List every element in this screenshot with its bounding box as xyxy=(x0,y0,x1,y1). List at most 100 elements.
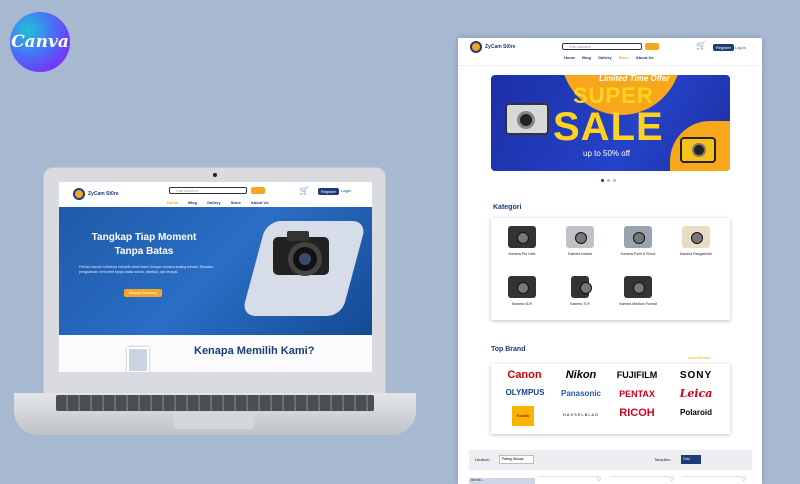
store-logo[interactable]: ZyCam St0re xyxy=(470,41,516,53)
store-search-input[interactable]: Cari kamera xyxy=(562,43,642,50)
view-label: Tampilan : xyxy=(654,457,673,462)
brand-fujifilm[interactable]: FUJIFILM xyxy=(608,370,666,380)
laptop-site-logo[interactable]: ZyCam St0re xyxy=(73,188,119,200)
laptop-nav-blog[interactable]: Blog xyxy=(188,200,197,205)
carousel-dots xyxy=(601,179,616,182)
sort-select[interactable]: Paling Sesuai xyxy=(499,455,534,464)
laptop-screen: ZyCam St0re Cari kamera 🛒 Register Login… xyxy=(59,182,372,372)
view-toggle-grid[interactable]: Grid xyxy=(681,455,701,464)
store-register-button[interactable]: Register xyxy=(713,44,734,51)
hero-shop-button[interactable]: Belanja Sekarang xyxy=(124,289,162,297)
laptop-trackpad xyxy=(174,413,254,429)
laptop-nav-gallery[interactable]: Gallery xyxy=(207,200,221,205)
camera-icon xyxy=(508,276,536,298)
store-nav-about[interactable]: About Us xyxy=(636,55,654,60)
store-header: ZyCam St0re Cari kamera 🛒 Register Log i… xyxy=(458,38,762,66)
kategori-label: Kamera SLR xyxy=(511,302,533,306)
store-nav-blog[interactable]: Blog xyxy=(582,55,591,60)
filter-sidebar-header: Berdik... xyxy=(469,478,535,484)
banner-camera-left xyxy=(505,103,549,135)
heart-icon[interactable]: ♡ xyxy=(596,476,601,483)
laptop-nav-store[interactable]: Store xyxy=(231,200,241,205)
kategori-title: Kategori xyxy=(493,204,522,211)
store-search-button[interactable] xyxy=(645,43,659,50)
super-sale-banner[interactable]: Limited Time Offer SUPER SALE up to 50% … xyxy=(491,75,730,171)
brand-nikon[interactable]: Nikon xyxy=(555,369,607,381)
kategori-item[interactable]: Kamera Pro Hobi xyxy=(493,226,551,256)
brand-kodak[interactable]: Kodak xyxy=(512,406,534,426)
laptop-why-section: Kenapa Memilih Kami? xyxy=(59,335,372,372)
carousel-dot-2[interactable] xyxy=(607,179,610,182)
laptop-nav-home[interactable]: Home xyxy=(167,200,178,205)
banner-limited-text: Limited Time Offer xyxy=(599,75,670,83)
store-nav-home[interactable]: Home xyxy=(564,55,575,60)
laptop-keyboard xyxy=(56,395,374,411)
logo-badge-icon xyxy=(470,41,482,53)
brand-pentax[interactable]: PENTAX xyxy=(608,389,666,399)
carousel-dot-1[interactable] xyxy=(601,179,604,182)
laptop-site-brand: ZyCam St0re xyxy=(88,191,119,197)
camera-icon xyxy=(571,276,592,298)
banner-sale-text: SALE xyxy=(553,105,664,149)
kategori-label: Kamera Medium Format xyxy=(619,302,657,306)
webcam xyxy=(213,173,217,177)
camera-icon xyxy=(566,226,594,248)
top-brand-title: Top Brand xyxy=(491,346,526,353)
store-nav-store[interactable]: Store xyxy=(619,55,629,60)
brand-polaroid[interactable]: Polaroid xyxy=(667,408,725,417)
brand-olympus[interactable]: OLYMPUS xyxy=(495,388,555,397)
why-section-title: Kenapa Memilih Kami? xyxy=(194,345,315,357)
store-nav-gallery[interactable]: Gallery xyxy=(598,55,612,60)
hero-title: Tangkap Tiap Moment Tanpa Batas xyxy=(91,232,197,257)
banner-camera-right xyxy=(680,137,716,163)
brand-canon[interactable]: Canon xyxy=(497,369,552,381)
brand-grid: Canon Nikon FUJIFILM SONY OLYMPUS Panaso… xyxy=(491,364,730,434)
cart-icon[interactable]: 🛒 xyxy=(299,186,309,195)
kategori-item[interactable]: Kamera Instant xyxy=(551,226,609,256)
sort-label: Urutkan : xyxy=(475,457,492,462)
laptop-nav-about[interactable]: About Us xyxy=(251,200,269,205)
brand-ricoh[interactable]: RICOH xyxy=(608,407,666,419)
kategori-item[interactable]: Kamera SLR xyxy=(493,276,551,306)
hero-description: Pelihat momen istimewa menarik dihari ka… xyxy=(79,265,214,274)
dslr-camera-image xyxy=(273,231,329,276)
filter-bar: Urutkan : Paling Sesuai Tampilan : Grid xyxy=(469,450,752,470)
laptop-nav-menu: Home Blog Gallery Store About Us xyxy=(167,200,269,205)
banner-discount-text: up to 50% off xyxy=(583,149,630,158)
heart-icon[interactable]: ♡ xyxy=(741,476,746,483)
kategori-item[interactable]: Kamera Medium Format xyxy=(609,276,667,306)
camera-icon xyxy=(624,276,652,298)
product-card[interactable] xyxy=(682,476,742,484)
kategori-item[interactable]: Kamera Rangefinder xyxy=(667,226,725,256)
brand-leica[interactable]: Leica xyxy=(667,387,725,400)
camera-icon xyxy=(682,226,710,248)
store-page-mockup: ZyCam St0re Cari kamera 🛒 Register Log i… xyxy=(458,38,762,484)
kategori-label: Kamera TLR xyxy=(570,302,590,306)
kategori-item[interactable]: Kamera TLR xyxy=(551,276,609,306)
laptop-search-input[interactable]: Cari kamera xyxy=(169,187,247,194)
kategori-label: Kamera Point & Shoot xyxy=(620,252,656,256)
heart-icon[interactable]: ♡ xyxy=(669,476,674,483)
laptop-register-button[interactable]: Register xyxy=(318,188,339,195)
kategori-label: Kamera Pro Hobi xyxy=(508,252,536,256)
kategori-label: Kamera Instant xyxy=(568,252,592,256)
laptop-login-link[interactable]: Login xyxy=(341,188,351,193)
lihat-semua-link[interactable]: Lihat Semua xyxy=(688,355,710,360)
store-login-link[interactable]: Log in xyxy=(735,45,746,50)
carousel-dot-3[interactable] xyxy=(613,179,616,182)
brand-hasselblad[interactable]: HASSELBLAD xyxy=(555,412,607,417)
kategori-item[interactable]: Kamera Point & Shoot xyxy=(609,226,667,256)
brand-sony[interactable]: SONY xyxy=(667,370,725,381)
store-brand: ZyCam St0re xyxy=(485,44,516,50)
product-card[interactable] xyxy=(538,476,598,484)
canva-logo: Canva xyxy=(10,12,70,72)
laptop-search-button[interactable] xyxy=(251,187,265,194)
brand-panasonic[interactable]: Panasonic xyxy=(555,389,607,398)
laptop-base xyxy=(14,393,416,435)
kategori-grid: Kamera Pro Hobi Kamera Instant Kamera Po… xyxy=(491,218,730,320)
camera-icon xyxy=(624,226,652,248)
product-card[interactable] xyxy=(610,476,670,484)
cart-icon[interactable]: 🛒 xyxy=(696,41,706,50)
why-section-photo xyxy=(127,347,149,372)
store-nav-menu: Home Blog Gallery Store About Us xyxy=(564,55,654,60)
